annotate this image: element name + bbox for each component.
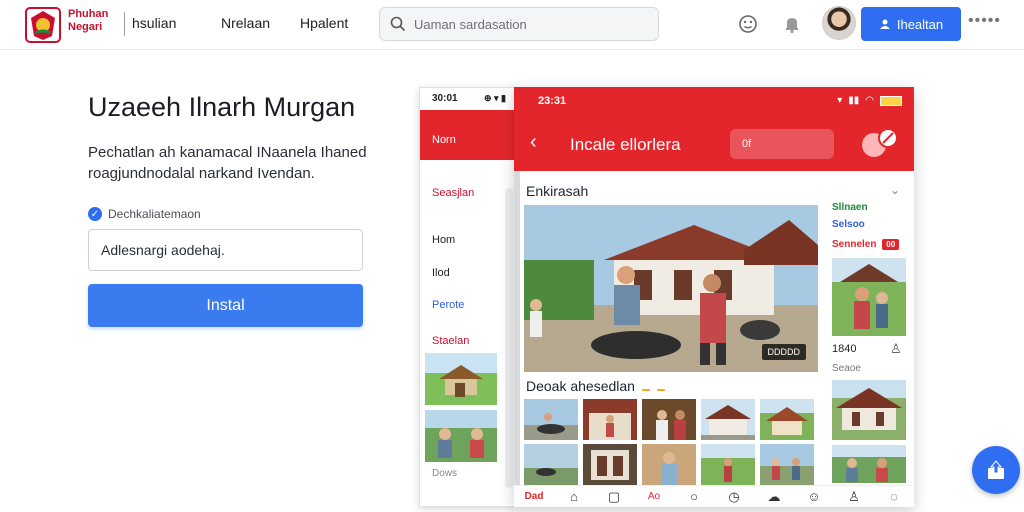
search-bar[interactable]: Uaman sardasation <box>379 7 659 41</box>
chat-bubble-icon[interactable] <box>858 127 900 159</box>
edit-icon[interactable]: ▢ <box>604 489 624 505</box>
side-number: 1840 <box>832 343 857 355</box>
menu-item-3[interactable]: Ilod <box>432 267 450 279</box>
phone-mockup-back: 30:01 ⊕ ▾ ▮ Norn Seasjlan Hom Ilod Perot… <box>419 87 519 507</box>
nav-item-3[interactable]: Hpalent <box>300 15 348 31</box>
featured-photo[interactable]: DDDDD <box>524 205 818 372</box>
search-icon[interactable]: ○ <box>684 489 704 504</box>
footer-label: Dows <box>432 468 458 479</box>
phone-mockup-front: 23:31 ▾ ▮▮ ◠ ‹ Incale ellorlera 0f Enkir… <box>514 87 914 507</box>
tag-1 <box>641 389 650 391</box>
header-search-pill[interactable]: 0f <box>730 129 834 159</box>
chat-icon[interactable]: ◌ <box>884 489 904 504</box>
brand-line-1: Phuhan <box>68 8 109 20</box>
phone-back-header: Norn <box>420 110 518 160</box>
bell-icon[interactable] <box>782 14 802 34</box>
user-icon <box>879 19 890 29</box>
smiley-icon[interactable] <box>738 14 758 34</box>
side-tag: 00 <box>882 239 900 250</box>
thumbnail-image[interactable] <box>701 399 755 440</box>
floating-action-button[interactable] <box>972 446 1020 494</box>
battery-icon <box>880 95 902 106</box>
status-bar: 30:01 ⊕ ▾ ▮ <box>420 88 518 110</box>
menu-item-1[interactable]: Seasjlan <box>432 187 474 199</box>
side-caption: Seaoe <box>832 363 861 374</box>
nav-item-1[interactable]: hsulian <box>132 15 176 31</box>
cloud-icon[interactable]: ☁ <box>764 489 784 505</box>
hero-title: Uzaeeh Ilnarh Murgan <box>88 92 356 122</box>
phone-back-header-label: Norn <box>432 134 456 146</box>
chevron-down-icon[interactable]: ⌄ <box>890 183 900 197</box>
signal-icon: ▾ <box>837 95 843 106</box>
section-title-2: Deoak ahesedlan <box>526 378 665 394</box>
thumbnail-image[interactable] <box>642 444 696 485</box>
checkbox-label: Dechkaliatemaon <box>108 207 201 221</box>
photo-badge: DDDDD <box>761 344 806 360</box>
thumbnail-image[interactable] <box>524 444 578 485</box>
side-title-2: Selsoo <box>832 219 865 230</box>
logo-emblem[interactable] <box>24 6 62 44</box>
install-button[interactable]: Instal <box>88 284 363 327</box>
status-time: 30:01 <box>432 93 458 104</box>
thumbnail-row-1 <box>524 399 814 440</box>
thumbnail-image[interactable] <box>583 444 637 485</box>
consent-checkbox-row[interactable]: ✓ Dechkaliatemaon <box>88 207 201 221</box>
tag-2 <box>656 389 665 391</box>
brand-name: Phuhan Negari <box>68 8 108 34</box>
upload-icon <box>988 460 1004 479</box>
section-title-2-text: Deoak ahesedlan <box>526 378 635 394</box>
avatar[interactable] <box>822 6 856 40</box>
signin-label: Ihealtan <box>896 16 944 32</box>
thumbnail-image[interactable] <box>425 353 497 405</box>
more-menu-icon[interactable]: ••••• <box>968 12 1001 30</box>
scrollbar[interactable] <box>505 188 513 488</box>
signin-button[interactable]: Ihealtan <box>861 7 961 41</box>
share-icon[interactable]: ♙ <box>890 341 902 357</box>
bars-icon: ▮▮ <box>848 95 860 106</box>
nav-item-2[interactable]: Nrelaan <box>221 15 270 31</box>
search-icon <box>390 16 406 32</box>
thumbnail-image[interactable] <box>642 399 696 440</box>
email-field[interactable] <box>88 229 363 271</box>
home-icon[interactable]: ⌂ <box>564 489 584 504</box>
status-icons: ▾ ▮▮ ◠ <box>837 95 902 106</box>
tab-label[interactable]: Ao <box>644 491 664 502</box>
hero-description: Pechatlan ah kanamacal INaanela Ihaned r… <box>88 144 367 182</box>
side-strip <box>514 171 520 491</box>
bottom-nav: Dad ⌂ ▢ Ao ○ ◷ ☁ ☺ ♙ ◌ <box>514 485 914 507</box>
side-thumbnail[interactable] <box>832 258 906 336</box>
pill-text: 0f <box>742 138 752 150</box>
menu-item-2[interactable]: Hom <box>432 234 455 246</box>
side-title-3: Sennelen 00 <box>832 239 900 250</box>
thumbnail-image[interactable] <box>701 444 755 485</box>
menu-item-4[interactable]: Perote <box>432 299 464 311</box>
nav-home-icon[interactable]: Dad <box>524 491 544 502</box>
app-header: 23:31 ▾ ▮▮ ◠ ‹ Incale ellorlera 0f <box>514 87 914 171</box>
bag-icon[interactable]: ♙ <box>844 489 864 505</box>
clock-icon[interactable]: ◷ <box>724 489 744 505</box>
back-arrow-icon[interactable]: ‹ <box>530 131 537 154</box>
brand-divider <box>124 12 125 36</box>
top-bar: Phuhan Negari hsulian Nrelaan Hpalent Ua… <box>0 0 1024 50</box>
brand-line-2: Negari <box>68 21 103 33</box>
side-thumbnail-2[interactable] <box>832 380 906 440</box>
wifi-icon: ◠ <box>865 95 874 106</box>
smile-icon[interactable]: ☺ <box>804 489 824 504</box>
side-title-3-text: Sennelen <box>832 239 877 250</box>
side-title-1: Sllnaen <box>832 202 868 213</box>
thumbnail-image[interactable] <box>425 410 497 462</box>
thumbnail-row-2 <box>524 444 814 485</box>
app-header-title: Incale ellorlera <box>570 135 681 154</box>
thumbnail-image[interactable] <box>760 399 814 440</box>
status-time: 23:31 <box>538 95 567 107</box>
thumbnail-image[interactable] <box>760 444 814 485</box>
status-icons: ⊕ ▾ ▮ <box>483 93 506 103</box>
section-title-1: Enkirasah <box>526 183 589 199</box>
search-placeholder: Uaman sardasation <box>414 17 527 32</box>
menu-item-5[interactable]: Staelan <box>432 335 469 347</box>
side-thumbnail-3[interactable] <box>832 445 906 483</box>
thumbnail-image[interactable] <box>583 399 637 440</box>
checkbox-icon[interactable]: ✓ <box>88 207 102 221</box>
thumbnail-image[interactable] <box>524 399 578 440</box>
